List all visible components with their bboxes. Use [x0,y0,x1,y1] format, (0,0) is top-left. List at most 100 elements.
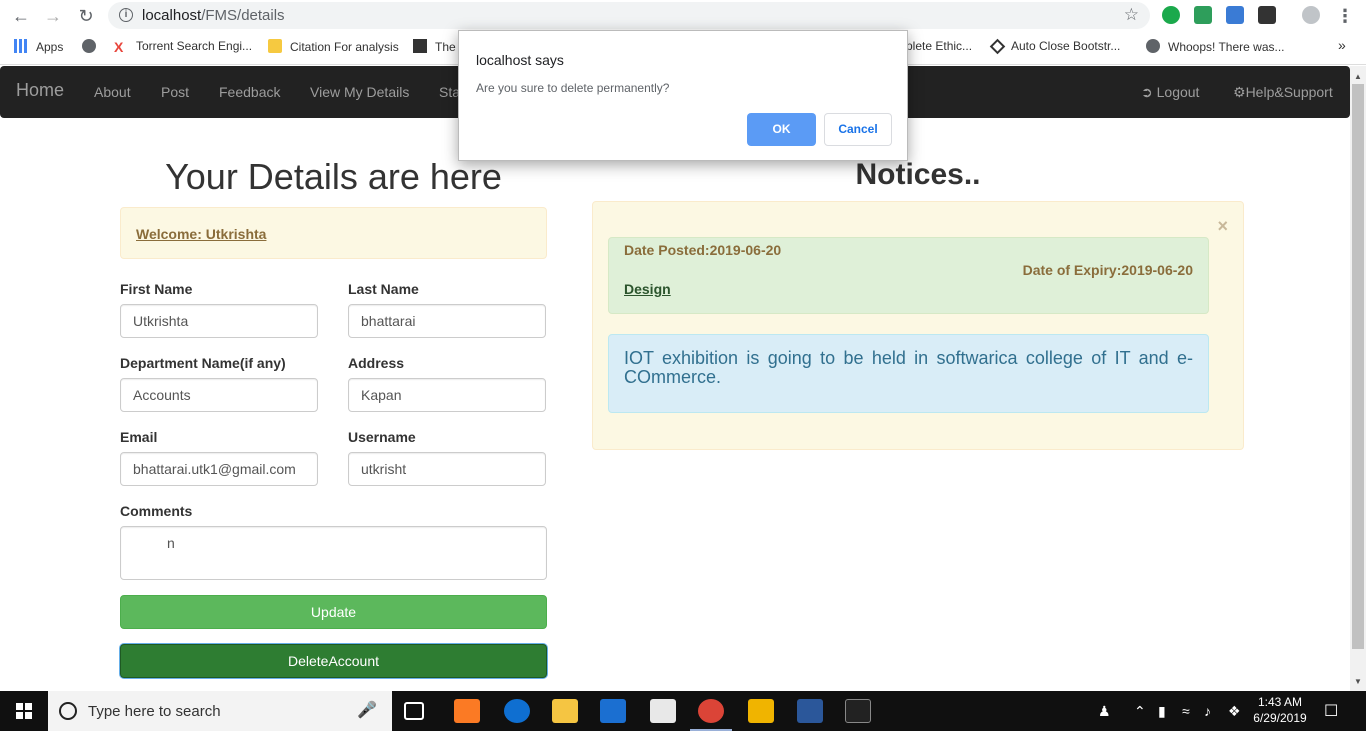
notices-title: Notices.. [855,158,981,191]
update-button[interactable]: Update [120,595,547,629]
bookmark-the[interactable]: The [413,39,456,54]
bookmark-torrent[interactable]: X Torrent Search Engi... [114,39,252,54]
taskbar-search-placeholder: Type here to search [88,703,221,720]
notice-date-posted: Date Posted:2019-06-20 [624,242,782,258]
system-clock[interactable]: 1:43 AM 6/29/2019 [1248,694,1312,726]
address-bar[interactable]: i localhost/FMS/details ☆ [108,2,1150,29]
store-icon[interactable] [600,699,626,723]
codepen-icon [989,38,1006,55]
comments-label: Comments [120,503,193,519]
nav-view-my-details[interactable]: View My Details [310,84,409,100]
nav-help-label: Help&Support [1245,84,1333,100]
bookmark-globe[interactable] [82,39,104,54]
grammarly-extension-icon[interactable] [1162,6,1180,24]
fi-extension-icon[interactable] [1226,6,1244,24]
back-arrow-icon[interactable]: ← [10,5,32,27]
bookmark-label: plete Ethic... [906,39,973,53]
bookmark-label: Apps [36,40,64,54]
url-host: localhost [142,7,202,24]
nav-status[interactable]: Sta [439,84,460,100]
x-logo-icon: X [114,39,124,55]
edge-icon[interactable] [504,699,530,723]
file-explorer-icon[interactable] [552,699,578,723]
bookmark-whoops[interactable]: Whoops! There was... [1146,39,1285,54]
bookmark-citation[interactable]: Citation For analysis [268,39,399,54]
nav-feedback[interactable]: Feedback [219,84,280,100]
forward-arrow-icon[interactable]: → [42,5,64,27]
show-hidden-icons[interactable]: ⌃ [1134,703,1146,720]
username-label: Username [348,429,416,445]
notice-meta-box: Date Posted:2019-06-20 Date of Expiry:20… [608,237,1209,314]
notices-panel: × Date Posted:2019-06-20 Date of Expiry:… [592,201,1244,450]
wifi-icon[interactable]: ≈ [1182,703,1190,719]
close-icon[interactable]: × [1217,216,1228,237]
profile-avatar-icon[interactable] [1302,6,1320,24]
cortana-icon [59,702,77,720]
notifications-icon[interactable]: ☐ [1324,701,1338,721]
nav-post[interactable]: Post [161,84,189,100]
url-path: /FMS/details [201,7,285,24]
comments-textarea[interactable]: n [120,526,547,580]
first-name-input[interactable]: Utkrishta [120,304,318,338]
department-label: Department Name(if any) [120,355,286,371]
battery-icon[interactable]: ▮ [1158,703,1166,720]
nav-logout[interactable]: ➲ Logout [1141,84,1199,101]
notice-message: IOT exhibition is going to be held in so… [608,334,1209,413]
shield-extension-icon[interactable] [1194,6,1212,24]
globe-icon [1146,39,1160,53]
task-view-icon[interactable] [404,702,424,720]
department-input[interactable]: Accounts [120,378,318,412]
clock-date: 6/29/2019 [1253,711,1307,725]
address-input[interactable]: Kapan [348,378,546,412]
dropbox-icon[interactable]: ❖ [1228,703,1241,720]
mail-icon[interactable] [650,699,676,723]
vpn-icon[interactable] [748,699,774,723]
selenium-extension-icon[interactable] [1258,6,1276,24]
bookmark-apps[interactable]: Apps [14,39,63,54]
dialog-title: localhost says [476,52,564,68]
info-icon[interactable]: i [119,8,133,22]
username-input[interactable]: utkrisht [348,452,546,486]
bookmark-ethics[interactable]: plete Ethic... [906,39,972,53]
nav-help-support[interactable]: ⚙Help&Support [1233,84,1333,101]
taskbar-search[interactable]: Type here to search 🎤 [48,691,392,731]
xampp-icon[interactable] [454,699,480,723]
windows-taskbar: Type here to search 🎤 ♟ ⌃ ▮ ≈ ♪ ❖ 1:43 A… [0,691,1366,731]
volume-icon[interactable]: ♪ [1204,703,1211,719]
page-scrollbar[interactable]: ▲ ▼ [1350,66,1366,691]
menu-kebab-icon[interactable]: ⋮ [1334,5,1356,27]
bookmark-codepen[interactable]: Auto Close Bootstr... [989,38,1121,55]
bookmark-label: Whoops! There was... [1168,40,1285,54]
notice-date-expiry: Date of Expiry:2019-06-20 [1022,262,1193,278]
site-icon [413,39,427,53]
clock-time: 1:43 AM [1257,695,1303,709]
scroll-thumb[interactable] [1352,84,1364,649]
people-icon[interactable]: ♟ [1098,703,1111,720]
email-input[interactable]: bhattarai.utk1@gmail.com [120,452,318,486]
nav-logout-label: Logout [1156,84,1200,100]
reload-icon[interactable]: ↻ [75,5,97,27]
nav-home[interactable]: Home [16,80,64,101]
bookmark-star-icon[interactable]: ☆ [1124,5,1139,25]
welcome-link[interactable]: Welcome: Utkrishta [136,226,266,242]
bookmark-label: Torrent Search Engi... [136,39,253,53]
scroll-down-icon[interactable]: ▼ [1354,677,1362,686]
microphone-icon[interactable]: 🎤 [357,700,377,720]
windows-start-icon[interactable] [16,703,32,719]
scroll-up-icon[interactable]: ▲ [1354,72,1362,81]
nav-about[interactable]: About [94,84,131,100]
word-icon[interactable] [797,699,823,723]
bookmark-label: Auto Close Bootstr... [1011,39,1121,53]
confirm-dialog: localhost says Are you sure to delete pe… [458,30,908,161]
last-name-input[interactable]: bhattarai [348,304,546,338]
dialog-ok-button[interactable]: OK [747,113,816,146]
url-text: localhost/FMS/details [142,7,285,24]
dialog-cancel-button[interactable]: Cancel [824,113,892,146]
terminal-icon[interactable] [845,699,871,723]
bookmark-label: Citation For analysis [290,40,399,54]
chrome-icon[interactable] [698,699,724,723]
delete-account-button[interactable]: DeleteAccount [120,644,547,678]
more-bookmarks-button[interactable]: » [1338,37,1346,53]
globe-icon [82,39,96,53]
notice-category-link[interactable]: Design [624,281,671,297]
